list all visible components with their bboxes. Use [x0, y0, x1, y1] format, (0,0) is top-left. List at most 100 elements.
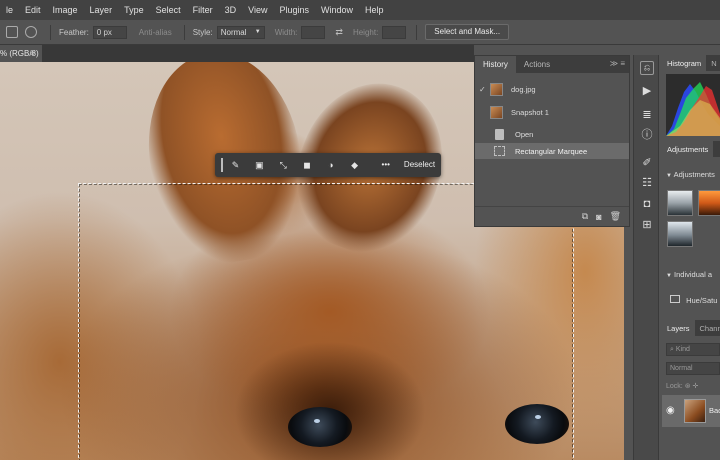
feather-input[interactable]: 0 px: [92, 25, 127, 39]
menu-3d[interactable]: 3D: [219, 5, 243, 15]
menu-edit[interactable]: Edit: [19, 5, 47, 15]
options-bar: Feather: 0 px Anti-alias Style: Normal ▼…: [0, 20, 720, 45]
adjustment-icon[interactable]: ◑: [326, 159, 336, 171]
menu-filter[interactable]: Filter: [187, 5, 219, 15]
width-label: Width:: [274, 27, 298, 37]
lock-position-icon[interactable]: ✛: [693, 383, 699, 390]
layer-row-background[interactable]: ◉ Backg: [662, 395, 720, 427]
info-icon[interactable]: ⓘ: [640, 127, 654, 141]
history-item-label: Rectangular Marquee: [515, 146, 588, 156]
histogram-curves: [666, 82, 720, 136]
hue-saturation-icon: [670, 295, 680, 303]
lock-label: Lock: ⊛ ✛: [666, 382, 698, 390]
fill-icon[interactable]: ◆: [350, 159, 360, 171]
menu-file[interactable]: le: [0, 5, 19, 15]
document-icon: [495, 129, 504, 140]
history-item-label: dog.jpg: [511, 84, 536, 94]
history-item-label: Open: [515, 130, 534, 139]
layers-panel-tabs: Layers Chann: [662, 320, 720, 336]
history-item[interactable]: ✓ dog.jpg: [475, 80, 629, 98]
menu-bar: le Edit Image Layer Type Select Filter 3…: [0, 0, 720, 20]
deselect-button[interactable]: Deselect: [398, 157, 441, 173]
history-item-selected[interactable]: Rectangular Marquee: [475, 143, 629, 159]
history-item[interactable]: Snapshot 1: [475, 103, 629, 121]
snapshot-thumbnail: [490, 82, 503, 96]
tab-histogram[interactable]: Histogram: [662, 55, 707, 71]
adjust-icon[interactable]: ☷: [640, 175, 654, 189]
more-options-button[interactable]: •••: [376, 157, 396, 173]
chevron-down-icon: ▼: [254, 29, 261, 35]
adjustment-preset[interactable]: [667, 221, 693, 247]
brush-icon[interactable]: ✐: [640, 155, 654, 169]
style-select-value: Normal: [220, 27, 247, 37]
history-item[interactable]: Open: [475, 127, 629, 142]
menu-image[interactable]: Image: [47, 5, 84, 15]
panel-menu-icon[interactable]: ≫ ≡: [610, 59, 625, 68]
menu-select[interactable]: Select: [150, 5, 187, 15]
history-panel-tabs: History Actions ≫ ≡: [475, 56, 629, 73]
drag-handle[interactable]: [221, 158, 223, 172]
intersect-selection-icon[interactable]: [25, 26, 37, 38]
blend-mode-select[interactable]: Normal: [666, 362, 720, 375]
generative-fill-icon[interactable]: ✎: [231, 159, 241, 171]
hue-saturation-item[interactable]: Hue/Satu: [670, 295, 717, 305]
layer-name: Backg: [709, 406, 720, 415]
add-to-selection-icon[interactable]: [6, 26, 18, 38]
individual-header-label: Individual a: [674, 270, 712, 279]
tab-navigator[interactable]: N: [706, 55, 720, 71]
adjustments-panel-tabs: Adjustments: [662, 141, 720, 157]
menu-window[interactable]: Window: [315, 5, 359, 15]
menu-plugins[interactable]: Plugins: [273, 5, 315, 15]
divider: [416, 24, 418, 40]
adjustment-preset[interactable]: [667, 190, 693, 216]
contextual-task-bar: ✎ ▣ ⤡ ◼ ◑ ◆ ••• Deselect: [215, 153, 441, 177]
histogram-panel-tabs: Histogram N: [662, 55, 720, 71]
eye-visibility-icon[interactable]: ◉: [666, 405, 675, 416]
mask-icon[interactable]: ▣: [254, 159, 264, 171]
height-label: Height:: [352, 27, 379, 37]
libraries-icon[interactable]: ⊞: [640, 217, 654, 231]
layer-mask-icon[interactable]: ◼: [302, 159, 312, 171]
feather-label: Feather:: [59, 27, 89, 37]
menu-view[interactable]: View: [242, 5, 273, 15]
adjustments-section-header[interactable]: ▼ Adjustments: [666, 170, 715, 179]
layer-thumbnail: [684, 399, 706, 423]
lock-pixels-icon[interactable]: ⊛: [685, 383, 691, 390]
style-icon[interactable]: ◘: [640, 197, 654, 211]
chevron-down-icon: ▼: [666, 173, 672, 179]
adjustment-preset[interactable]: [698, 190, 720, 216]
right-panels: Histogram N Adjustments ▼ Adjustments ▼ …: [662, 55, 720, 460]
individual-adjustments-header[interactable]: ▼ Individual a: [666, 270, 712, 279]
antialias-checkbox[interactable]: Anti-alias: [139, 28, 172, 37]
history-item-label: Snapshot 1: [511, 107, 549, 117]
history-panel: History Actions ≫ ≡ ✓ dog.jpg Snapshot 1…: [474, 55, 630, 227]
divider: [183, 24, 185, 40]
layer-filter-kind[interactable]: ⌕ Kind: [666, 343, 720, 356]
style-label: Style:: [192, 27, 213, 37]
camera-icon[interactable]: ◙: [596, 212, 601, 222]
tab-actions[interactable]: Actions: [516, 56, 558, 73]
layer-filter-kind-value: Kind: [675, 346, 690, 353]
width-input[interactable]: [301, 25, 326, 39]
tab-layers[interactable]: Layers: [662, 320, 695, 336]
style-select[interactable]: Normal ▼: [216, 25, 265, 39]
transform-icon[interactable]: ⤡: [278, 159, 288, 171]
document-tab[interactable]: % (RGB/8): [0, 45, 42, 62]
tab-history[interactable]: History: [475, 56, 516, 73]
new-document-from-state-icon[interactable]: ⧉: [582, 211, 588, 222]
height-input[interactable]: [382, 25, 407, 39]
properties-icon[interactable]: ≣: [640, 107, 654, 121]
menu-layer[interactable]: Layer: [84, 5, 119, 15]
menu-type[interactable]: Type: [118, 5, 150, 15]
tab-adjustments[interactable]: Adjustments: [662, 141, 714, 157]
history-panel-icon[interactable]: ⎌: [640, 61, 654, 75]
trash-icon[interactable]: 🗑: [610, 211, 621, 222]
chevron-down-icon: ▼: [666, 273, 672, 279]
menu-help[interactable]: Help: [359, 5, 390, 15]
play-icon[interactable]: ▶: [640, 83, 654, 97]
histogram-graph: [666, 74, 720, 136]
tab-channels[interactable]: Chann: [695, 320, 720, 336]
select-and-mask-button[interactable]: Select and Mask...: [425, 24, 510, 40]
close-icon[interactable]: ×: [30, 49, 35, 58]
swap-icon[interactable]: ⇄: [335, 27, 343, 38]
